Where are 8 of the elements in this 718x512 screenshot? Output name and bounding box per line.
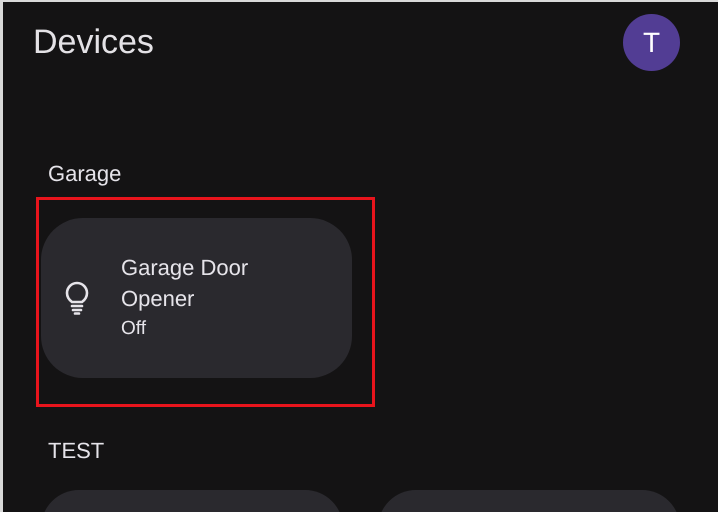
page-title: Devices [33, 22, 154, 63]
section-heading: Garage [48, 161, 122, 187]
section-heading: TEST [48, 438, 106, 464]
device-name: Garage Door Opener [121, 254, 250, 313]
device-status: Off [121, 317, 147, 341]
account-avatar[interactable]: T [623, 14, 680, 71]
lightbulb-icon [65, 281, 89, 315]
device-tile[interactable]: Garage Door Opener Off [41, 218, 352, 378]
